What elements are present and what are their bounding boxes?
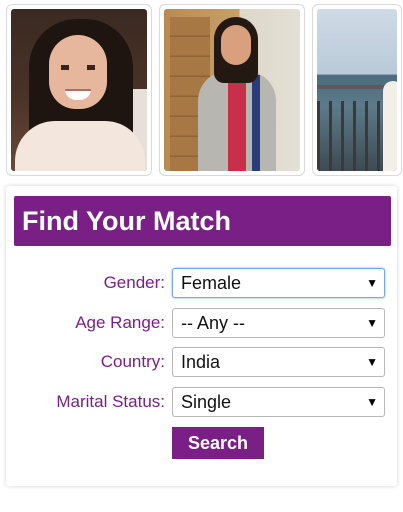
age-range-value: -- Any -- [181,313,246,333]
chevron-down-icon: ▼ [366,276,378,290]
find-match-panel: Find Your Match Gender: Female ▼ Age Ran… [6,186,397,486]
country-row: Country: India ▼ [6,347,397,377]
gender-label: Gender: [103,273,165,292]
marital-status-row: Marital Status: Single ▼ [6,387,397,417]
age-range-select[interactable]: -- Any -- ▼ [172,308,385,338]
photo-image [317,9,397,171]
profile-photo-1[interactable] [6,4,152,176]
age-range-label: Age Range: [75,313,165,332]
marital-status-value: Single [181,392,232,412]
search-button[interactable]: Search [172,427,264,459]
marital-status-select[interactable]: Single ▼ [172,387,385,417]
profile-photo-2[interactable] [159,4,305,176]
age-range-row: Age Range: -- Any -- ▼ [6,308,397,338]
profile-photo-3[interactable] [312,4,402,176]
country-select[interactable]: India ▼ [172,347,385,377]
gender-select[interactable]: Female ▼ [172,268,385,298]
country-label: Country: [100,352,165,371]
profile-photo-carousel [0,0,403,180]
gender-row: Gender: Female ▼ [6,268,397,298]
panel-title: Find Your Match [14,196,391,246]
gender-value: Female [181,273,242,293]
chevron-down-icon: ▼ [366,395,378,409]
marital-status-label: Marital Status: [56,392,165,411]
chevron-down-icon: ▼ [366,355,378,369]
photo-image [164,9,300,171]
photo-image [11,9,147,171]
chevron-down-icon: ▼ [366,316,378,330]
country-value: India [181,352,221,372]
